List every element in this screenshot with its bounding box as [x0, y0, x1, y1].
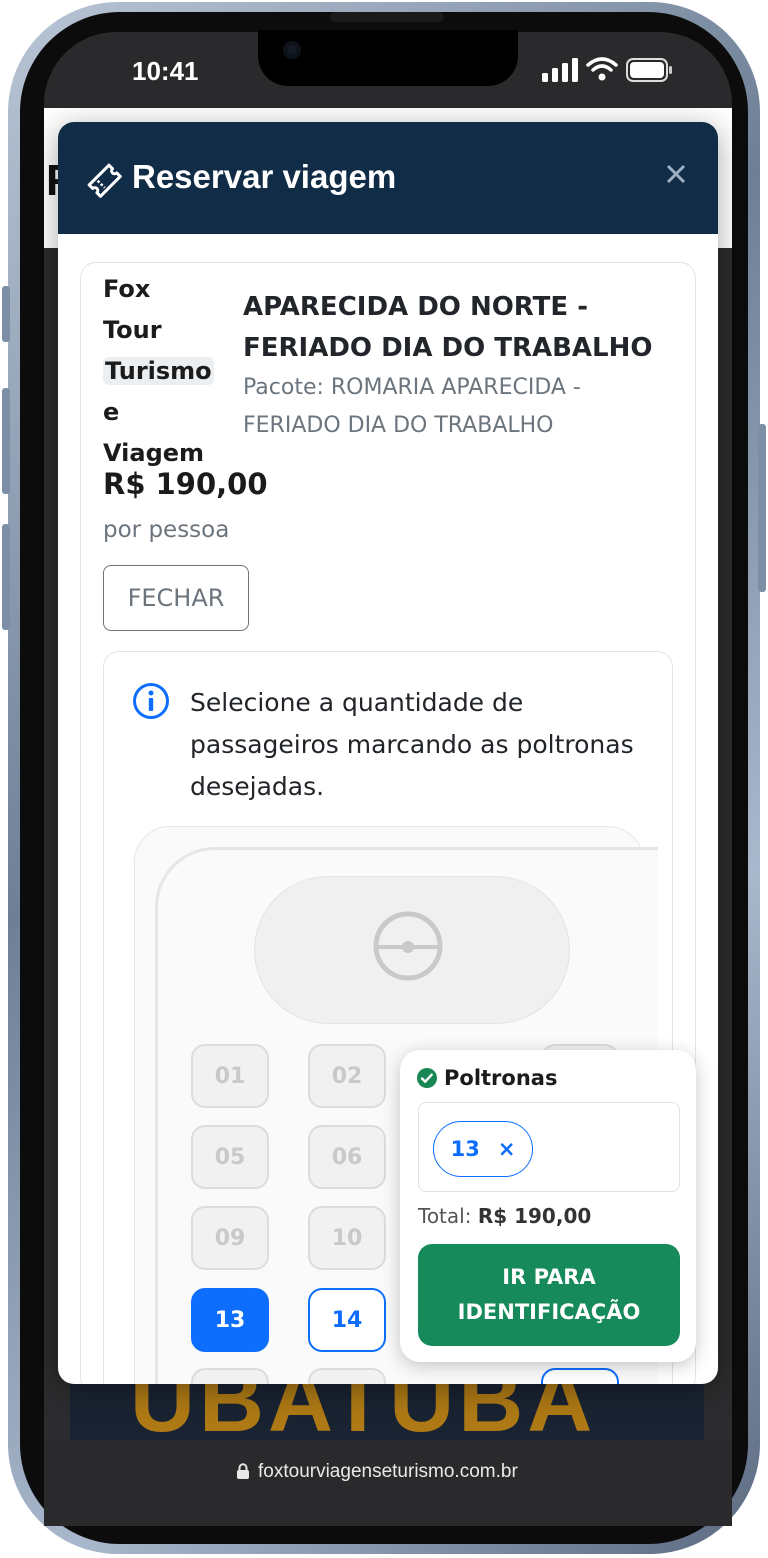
seat-09: 09 [191, 1206, 269, 1270]
close-icon[interactable] [662, 160, 690, 188]
company-word: Fox [103, 275, 151, 303]
notch [258, 30, 518, 86]
modal-title: Reservar viagem [132, 158, 397, 195]
check-circle-icon [417, 1068, 437, 1088]
mute-switch [2, 286, 10, 342]
company-word: Tour [103, 316, 162, 344]
summary-title: Poltronas [444, 1066, 558, 1090]
status-time: 10:41 [132, 56, 199, 86]
lock-icon [237, 1463, 249, 1479]
info-message: Selecione a quantidade de passageiros ma… [190, 688, 634, 801]
seat-02: 02 [308, 1044, 386, 1108]
seat-chip[interactable]: 13 × [433, 1121, 533, 1177]
selected-seats-list: 13 × [418, 1102, 680, 1192]
price-unit: por pessoa [103, 517, 230, 543]
volume-up-button [2, 388, 10, 494]
browser-address-bar[interactable] [44, 1440, 732, 1526]
remove-seat-icon[interactable]: × [498, 1137, 516, 1161]
signal-icon [542, 58, 578, 82]
seat-10: 10 [308, 1206, 386, 1270]
seat-13[interactable]: 13 [191, 1288, 269, 1352]
go-to-identification-label: IR PARA IDENTIFICAÇÃO [457, 1265, 641, 1324]
wifi-icon [586, 57, 618, 81]
camera [283, 41, 301, 59]
trip-title: APARECIDA DO NORTE - FERIADO DIA DO TRAB… [243, 292, 653, 363]
seat-chip-label: 13 [450, 1137, 480, 1161]
steering-wheel-icon [373, 911, 443, 981]
seat-14[interactable]: 14 [308, 1288, 386, 1352]
seat-partial [308, 1368, 386, 1384]
url-text[interactable]: foxtourviagenseturismo.com.br [258, 1461, 518, 1483]
modal-header: Reservar viagem [58, 122, 718, 234]
package-name: Pacote: ROMARIA APARECIDA - FERIADO DIA … [243, 375, 581, 438]
seat-partial [191, 1368, 269, 1384]
company-word: e [103, 398, 120, 426]
driver-area [254, 876, 570, 1024]
seat-05: 05 [191, 1125, 269, 1189]
info-icon [133, 683, 169, 719]
company-word: Turismo [103, 357, 214, 385]
company-name: Fox Tour Turismo e Viagem [103, 269, 225, 474]
ticket-icon [87, 163, 122, 198]
seat-06: 06 [308, 1125, 386, 1189]
total-value: R$ 190,00 [477, 1204, 592, 1228]
battery-icon [626, 58, 672, 82]
selected-seats-summary: Poltronas 13 × Total: R$ 190,00 IR PARA … [400, 1050, 696, 1362]
seat-partial[interactable] [541, 1368, 619, 1384]
seat-01: 01 [191, 1044, 269, 1108]
price: R$ 190,00 [103, 467, 268, 501]
speaker [330, 12, 444, 22]
power-button [758, 424, 766, 592]
close-button[interactable]: FECHAR [103, 565, 249, 631]
go-to-identification-button[interactable]: IR PARA IDENTIFICAÇÃO [418, 1244, 680, 1346]
total: Total: R$ 190,00 [418, 1204, 591, 1228]
total-label: Total: [418, 1204, 472, 1228]
volume-down-button [2, 524, 10, 630]
